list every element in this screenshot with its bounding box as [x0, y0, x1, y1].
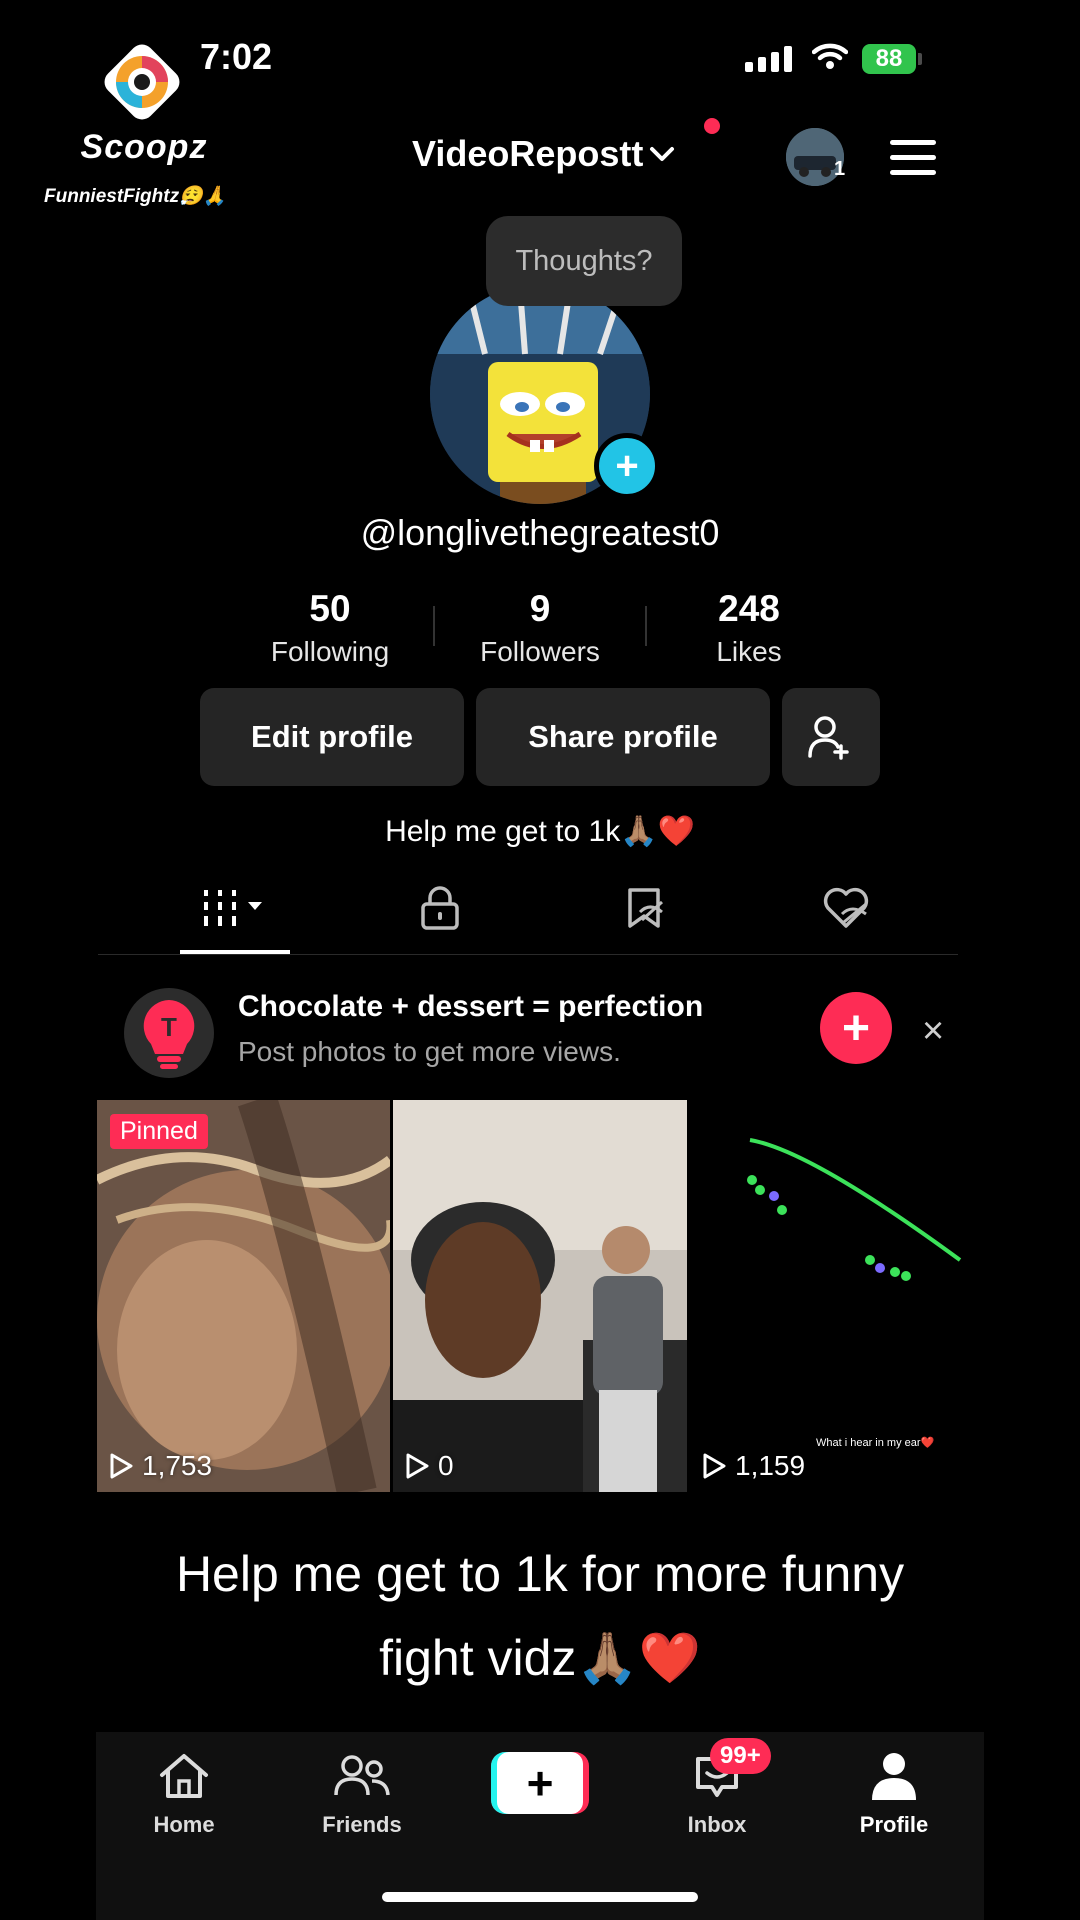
account-switcher[interactable]: VideoRepostt	[412, 133, 675, 175]
lock-icon	[421, 886, 459, 930]
add-friend-icon	[808, 716, 849, 760]
tab-videos[interactable]	[200, 884, 272, 937]
nav-home-label: Home	[153, 1812, 215, 1837]
friends-icon	[334, 1755, 390, 1796]
video-thumbnail[interactable]: What i hear in my ear❤️	[690, 1100, 984, 1492]
following-label: Following	[270, 636, 390, 667]
video-views: 1,753	[108, 1450, 212, 1482]
watermark-brand: Scoopz	[80, 128, 208, 166]
inbox-badge: 99+	[710, 1738, 771, 1774]
home-indicator[interactable]	[382, 1892, 698, 1902]
home-icon	[160, 1754, 208, 1798]
tabs-divider	[98, 954, 958, 955]
play-icon	[406, 1453, 429, 1479]
promo-title: Chocolate + dessert = perfection	[238, 990, 704, 1023]
play-icon	[703, 1453, 726, 1479]
followers-label: Followers	[480, 636, 600, 667]
grid-videos-icon	[204, 890, 262, 926]
promo-close-button[interactable]: ×	[922, 1010, 944, 1053]
nav-friends[interactable]: Friends	[302, 1748, 422, 1838]
overlay-caption: Help me get to 1k for more funny fight v…	[0, 1532, 1080, 1700]
scoopz-logo-icon	[104, 44, 180, 120]
wifi-icon	[812, 43, 848, 69]
nav-home[interactable]: Home	[124, 1748, 244, 1838]
battery-tip	[918, 53, 922, 65]
video-views: 0	[404, 1450, 454, 1482]
video-view-count: 0	[438, 1450, 454, 1481]
promo-icon-letter: T	[161, 1012, 177, 1042]
likes-label: Likes	[716, 636, 782, 667]
profile-username: @longlivethegreatest0	[360, 512, 720, 553]
tab-liked[interactable]	[820, 884, 872, 937]
play-icon	[110, 1453, 133, 1479]
video-view-count: 1,753	[142, 1450, 213, 1481]
active-tab-indicator	[180, 950, 290, 954]
promo-lightbulb-icon: T	[124, 988, 214, 1078]
video-thumbnail[interactable]	[97, 1100, 390, 1492]
following-stat[interactable]: 50 Following	[230, 588, 430, 668]
account-name: VideoRepostt	[412, 133, 644, 174]
video-overlay-text: What i hear in my ear❤️	[816, 1436, 935, 1449]
following-count: 50	[309, 588, 351, 629]
battery-level: 88	[875, 45, 903, 72]
likes-count: 248	[718, 588, 780, 629]
create-button[interactable]: +	[497, 1752, 583, 1814]
caption-line: fight vidz🙏🏽❤️	[379, 1630, 701, 1686]
battery-icon: 88	[862, 44, 916, 74]
add-friend-button[interactable]	[782, 688, 880, 786]
likes-stat[interactable]: 248 Likes	[649, 588, 849, 668]
status-time: 7:02	[200, 36, 273, 77]
video-thumbnail[interactable]	[393, 1100, 687, 1492]
tab-saved[interactable]	[620, 884, 668, 937]
tab-private[interactable]	[416, 884, 464, 937]
mini-avatar-count: 1	[834, 158, 846, 180]
edit-profile-button[interactable]: Edit profile	[200, 688, 464, 786]
video-views: 1,159	[701, 1450, 805, 1482]
bookmark-hidden-icon	[628, 888, 664, 928]
add-avatar-button[interactable]: +	[594, 433, 660, 499]
share-profile-button[interactable]: Share profile	[476, 688, 770, 786]
nav-profile-label: Profile	[859, 1812, 929, 1837]
nav-profile[interactable]: Profile	[834, 1748, 954, 1838]
menu-icon[interactable]	[890, 140, 936, 185]
notification-dot	[704, 118, 720, 134]
promo-subtitle: Post photos to get more views.	[238, 1036, 621, 1067]
thoughts-bubble[interactable]: Thoughts?	[486, 216, 682, 306]
profile-icon	[872, 1753, 916, 1800]
profile-bio: Help me get to 1k🙏🏽❤️	[385, 815, 695, 848]
stat-divider	[645, 606, 647, 646]
promo-add-button[interactable]: +	[820, 992, 892, 1064]
chevron-down-icon	[650, 147, 675, 161]
pinned-badge: Pinned	[110, 1114, 208, 1149]
stat-divider	[433, 606, 435, 646]
caption-line: Help me get to 1k for more funny	[175, 1546, 905, 1602]
followers-count: 9	[529, 588, 551, 629]
cellular-signal-icon	[745, 46, 792, 72]
video-view-count: 1,159	[735, 1450, 806, 1481]
nav-inbox-label: Inbox	[687, 1812, 747, 1837]
followers-stat[interactable]: 9 Followers	[440, 588, 640, 668]
nav-friends-label: Friends	[322, 1812, 402, 1837]
heart-hidden-icon	[823, 887, 869, 928]
watermark-channel: FunniestFightz😮‍💨🙏	[44, 186, 227, 207]
